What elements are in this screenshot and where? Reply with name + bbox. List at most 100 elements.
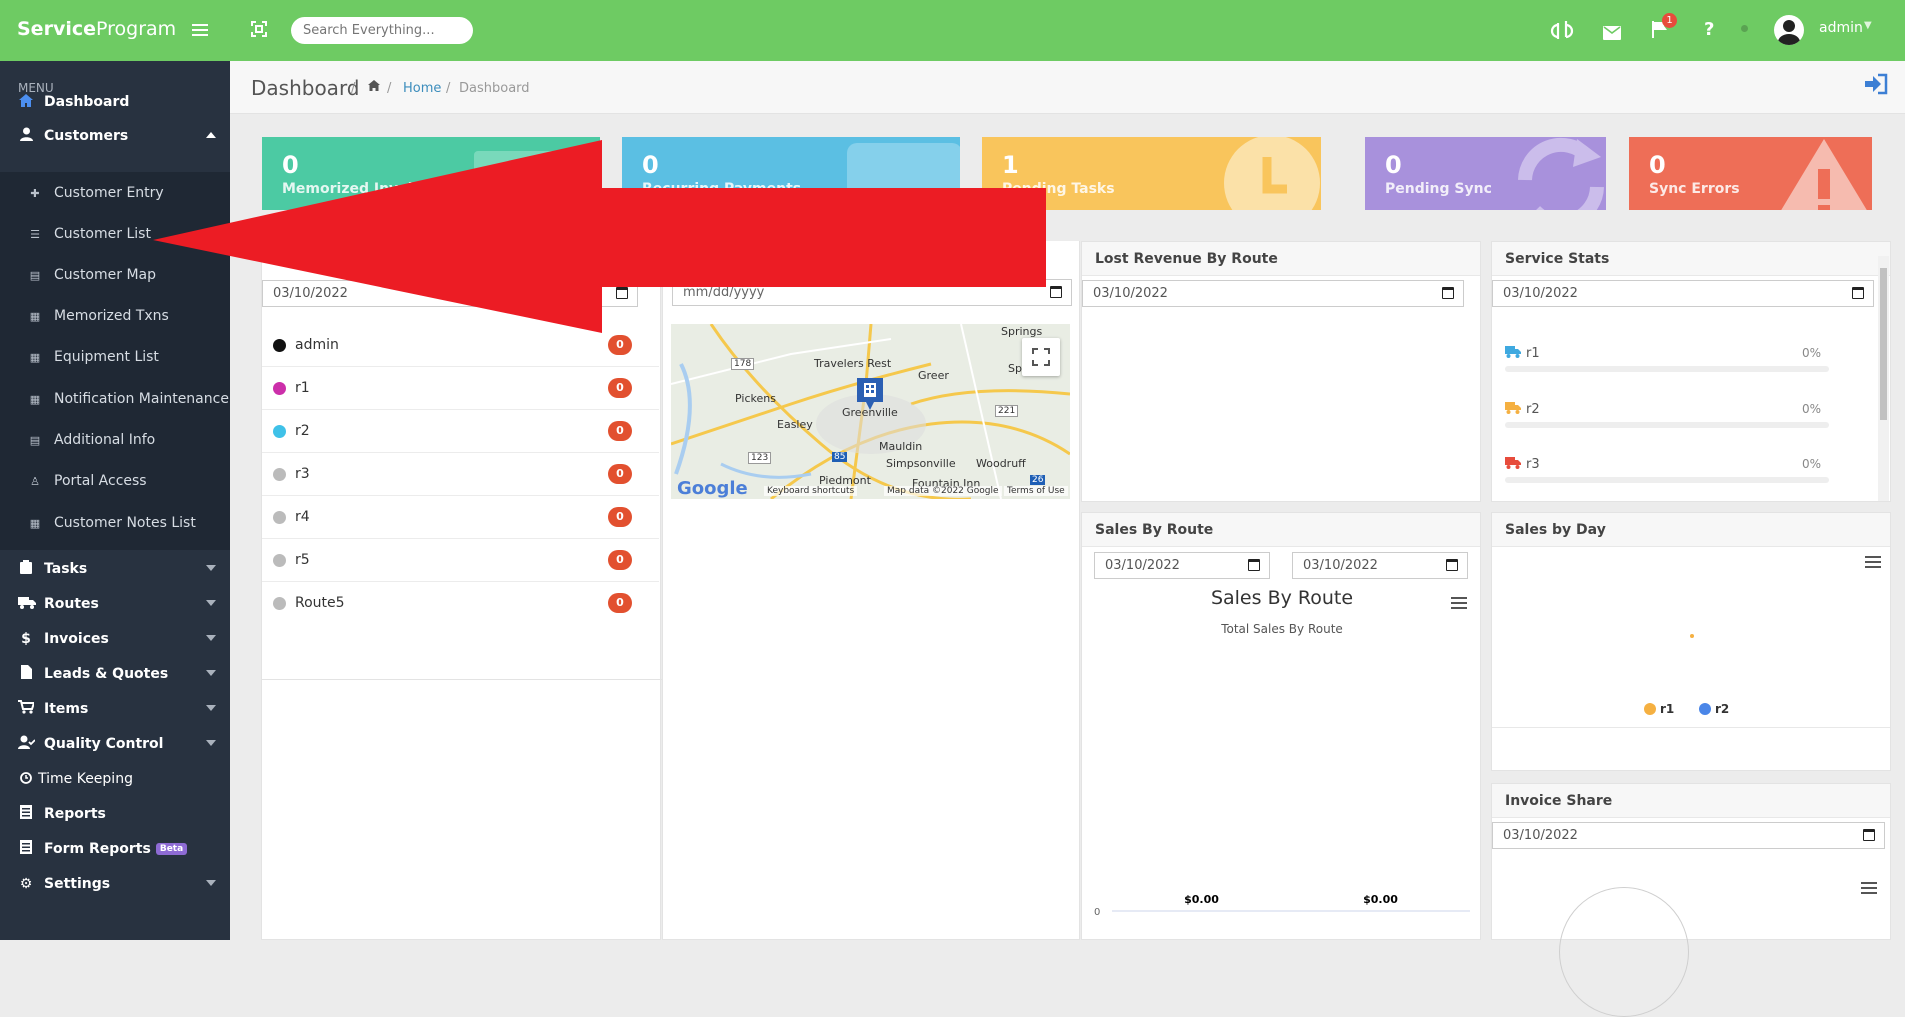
brand-logo[interactable]: ServiceProgram xyxy=(17,18,176,40)
sales-from-date-input[interactable]: 03/10/2022 xyxy=(1094,552,1270,579)
sidebar-item-tasks[interactable]: Tasks xyxy=(0,552,230,586)
help-icon[interactable]: ? xyxy=(1704,19,1714,40)
list-item[interactable]: r5 0 xyxy=(262,539,659,582)
map-date-input[interactable]: mm/dd/yyyy xyxy=(672,279,1072,306)
submenu-item-equipment-list[interactable]: ▦ Equipment List xyxy=(0,340,230,374)
home-icon xyxy=(18,93,34,111)
building-marker-icon[interactable] xyxy=(857,378,883,414)
sidebar-item-time-keeping[interactable]: Time Keeping xyxy=(0,762,230,796)
scrollbar-thumb[interactable] xyxy=(1880,268,1887,420)
card-pending-sync[interactable]: 0 Pending Sync xyxy=(1365,137,1606,210)
sidebar-item-items[interactable]: Items xyxy=(0,692,230,726)
sidebar-item-customers[interactable]: Customers xyxy=(0,119,230,153)
submenu-item-additional-info[interactable]: ▤ Additional Info xyxy=(0,423,230,457)
list-item[interactable]: r3 0 xyxy=(262,453,659,496)
map-keyboard-shortcuts[interactable]: Keyboard shortcuts xyxy=(764,486,858,496)
sidebar-item-invoices[interactable]: $ Invoices xyxy=(0,622,230,656)
calendar-icon[interactable] xyxy=(1863,829,1875,841)
fullscreen-icon[interactable] xyxy=(251,18,267,42)
route-count-badge: 0 xyxy=(608,421,632,441)
card-sync-errors[interactable]: 0 Sync Errors xyxy=(1629,137,1872,210)
lost-revenue-date-input[interactable]: 03/10/2022 xyxy=(1082,280,1464,307)
calendar-icon[interactable] xyxy=(1446,559,1458,571)
route-name: r3 xyxy=(295,466,310,482)
dollar-icon: $ xyxy=(21,631,31,647)
sidebar-item-leads-quotes[interactable]: Leads & Quotes xyxy=(0,657,230,691)
submenu-item-notification-maintenance[interactable]: ▦ Notification Maintenance xyxy=(0,382,230,416)
service-stats-panel: Service Stats 03/10/2022 r1 0% r2 0% r3 … xyxy=(1491,241,1891,502)
map-place-label: Greer xyxy=(918,369,949,382)
submenu-item-label: Customer Map xyxy=(54,267,156,283)
fullscreen-icon xyxy=(1032,348,1050,366)
sidebar-item-label: Leads & Quotes xyxy=(44,666,169,682)
submenu-item-customer-map[interactable]: ▤ Customer Map xyxy=(0,258,230,292)
scrollbar[interactable] xyxy=(1878,256,1889,501)
logout-icon[interactable] xyxy=(1864,73,1888,99)
submenu-item-customer-entry[interactable]: ✚ Customer Entry xyxy=(0,176,230,210)
route-color-dot xyxy=(273,554,286,567)
card-value: 0 xyxy=(1385,151,1402,179)
list-item[interactable]: r2 0 xyxy=(262,410,659,453)
route-color-dot xyxy=(273,382,286,395)
sidebar-item-settings[interactable]: ⚙ Settings xyxy=(0,867,230,901)
sidebar-item-label: Invoices xyxy=(44,631,109,647)
invoice-share-date-input[interactable]: 03/10/2022 xyxy=(1492,822,1885,849)
user-name[interactable]: admin xyxy=(1819,20,1863,36)
map-terms-link[interactable]: Terms of Use xyxy=(1004,486,1068,496)
hamburger-menu-icon[interactable] xyxy=(192,18,208,42)
breadcrumb: Dashboard / / Home / Dashboard xyxy=(230,61,1905,114)
routes-date-input[interactable]: 03/10/2022 xyxy=(262,280,638,307)
list-item[interactable]: r1 0 xyxy=(262,367,659,410)
breadcrumb-home-link[interactable]: Home xyxy=(403,81,441,96)
sidebar-item-quality-control[interactable]: Quality Control xyxy=(0,727,230,761)
route-count-badge: 0 xyxy=(608,464,632,484)
list-item[interactable]: Route5 0 xyxy=(262,582,659,625)
calendar-icon[interactable] xyxy=(1442,287,1454,299)
home-icon[interactable] xyxy=(368,80,380,95)
sidebar-item-label: Items xyxy=(44,701,89,717)
card-recurring-payments[interactable]: 0 Recurring Payments xyxy=(622,137,960,210)
sidebar-item-routes[interactable]: Routes xyxy=(0,587,230,621)
avatar[interactable] xyxy=(1774,15,1804,45)
quickbooks-icon[interactable] xyxy=(1549,19,1575,46)
map-icon: ▤ xyxy=(29,268,41,282)
divider xyxy=(262,679,662,680)
list-item[interactable]: admin 0 xyxy=(262,324,659,367)
route-name: admin xyxy=(295,337,339,353)
calendar-icon[interactable] xyxy=(1852,287,1864,299)
lost-revenue-panel: Lost Revenue By Route 03/10/2022 xyxy=(1081,241,1481,502)
mail-icon[interactable] xyxy=(1603,21,1621,45)
chart-menu-icon[interactable] xyxy=(1861,882,1877,894)
submenu-item-memorized-txns[interactable]: ▦ Memorized Txns xyxy=(0,299,230,333)
map-fullscreen-button[interactable] xyxy=(1022,338,1060,376)
search-input[interactable] xyxy=(291,17,473,44)
sales-to-date-input[interactable]: 03/10/2022 xyxy=(1292,552,1468,579)
sidebar-item-label: Routes xyxy=(44,596,99,612)
calendar-icon: ▦ xyxy=(29,309,41,323)
submenu-item-customer-notes-list[interactable]: ▦ Customer Notes List xyxy=(0,506,230,540)
card-memorized-invoices[interactable]: 0 Memorized Invoices xyxy=(262,137,600,210)
date-value: 03/10/2022 xyxy=(1093,286,1168,301)
submenu-item-customer-list[interactable]: ☰ Customer List xyxy=(0,217,230,251)
service-stats-date-input[interactable]: 03/10/2022 xyxy=(1492,280,1874,307)
card-pending-tasks[interactable]: 1 Pending Tasks xyxy=(982,137,1321,210)
chevron-down-icon[interactable]: ▼ xyxy=(1864,20,1872,31)
calendar-icon[interactable] xyxy=(616,287,628,299)
sidebar-item-dashboard[interactable]: Dashboard xyxy=(0,85,230,119)
calendar-icon[interactable] xyxy=(1248,559,1260,571)
chevron-down-icon xyxy=(206,600,216,606)
map-place-label: Sp xyxy=(1008,362,1022,375)
notification-badge: 1 xyxy=(1662,13,1677,28)
sales-by-day-chart: r1 r2 xyxy=(1644,634,1729,716)
chart-menu-icon[interactable] xyxy=(1451,597,1467,609)
list-item[interactable]: r4 0 xyxy=(262,496,659,539)
route-map[interactable]: Travelers Rest Greer Pickens Easley Gree… xyxy=(671,324,1070,499)
sidebar-item-reports[interactable]: Reports xyxy=(0,797,230,831)
route-name: r5 xyxy=(295,552,310,568)
date-value: 03/10/2022 xyxy=(1303,558,1378,573)
submenu-item-portal-access[interactable]: ♙ Portal Access xyxy=(0,464,230,498)
route-color-dot xyxy=(273,339,286,352)
calendar-icon[interactable] xyxy=(1050,286,1062,298)
sidebar-item-label: Form Reports xyxy=(44,841,151,857)
sidebar-item-form-reports[interactable]: Form Reports Beta xyxy=(0,832,230,866)
